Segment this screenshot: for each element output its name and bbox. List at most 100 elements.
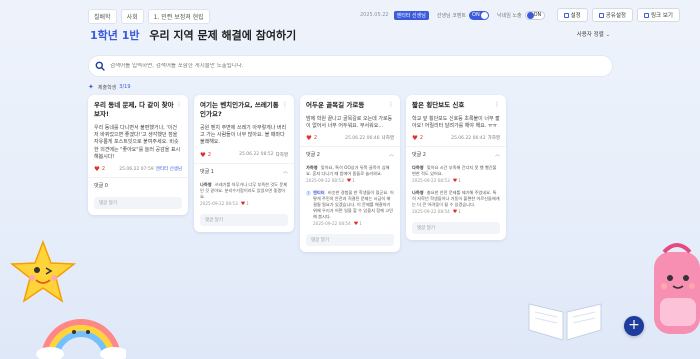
card-header: 어두운 골목길 가로등 ⋮ [300,95,400,113]
search-input[interactable] [110,63,590,69]
top-bar: 칠배학 사회 1. 민쯴 보정져 현립 2025.05.22 엔티터 선생님 선… [0,0,700,26]
card-body: 공원 벤치 주변에 쓰레기 아무렇게나 버리고 가는 사람들이 너무 많아요. … [200,125,287,146]
backpack-icon [654,243,700,334]
comments-count: 댓글 2 [412,152,426,159]
comment-text: 충요한 안전 문제를 제기해 주었네요. 특히 저학년 학생들이나 거동이 불편… [412,190,500,208]
chevron-up-icon: ︿ [388,152,394,159]
like-button[interactable]: ♥ 2 [200,151,211,159]
settings-button[interactable]: 설정 [556,8,588,22]
heart-icon: ♥ [306,134,312,143]
top-controls: 2025.05.22 엔티터 선생님 선생님 코멘트 ON 낙네임 노출 ON … [360,8,680,22]
comments-count: 댓글 1 [200,168,214,175]
heart-icon[interactable]: ♥ [453,209,457,215]
link-button-label: 링크 보기 [651,13,673,19]
link-icon [644,12,649,18]
toggle-state-text: ON [472,11,480,18]
like-count: 2 [101,166,106,173]
pin-icon: ✦ [88,83,94,91]
comments-toggle[interactable]: 댓글 1 ︿ [194,162,294,179]
comment-text: 맞아요, 특히 OO상가 뒤쪽 골목이 심해요. 혼자 다니기 때 밤에어 좀들… [306,165,390,177]
rainbow-icon [36,319,126,359]
like-button[interactable]: ♥ 2 [412,134,423,142]
comment-like-count: 1 [352,178,355,184]
more-icon[interactable]: ⋮ [176,101,182,119]
add-post-button[interactable]: + [624,316,644,336]
board-title: 우리 지역 문제 해결에 참여하기 [149,29,297,42]
comment-input[interactable]: 댓글 달기 [94,197,182,210]
heart-icon[interactable]: ♥ [241,201,245,207]
breadcrumb-grade[interactable]: 칠배학 [88,9,117,24]
post-author: 가하영 [487,136,500,142]
card-meta-info: 25.06.22 06:46 나하영 [345,135,394,142]
card-meta-info: 25.06.22 06:42 가하영 [451,135,500,142]
card-header: 여기는 벤치인가요, 쓰레기통인가요? ⋮ [194,95,294,122]
post-author: 엔티터 선생님 [155,167,182,173]
like-button[interactable]: ♥ 2 [94,165,105,173]
card-body: 우리 동네를 다니면서 불편했거나, '이건 저 바뀌었으면 좋겠다!'고 생각… [94,125,181,160]
comment-text: 비슷한 경험을 한 학생들이 많군요. 어떻게 주민의 안전과 직결된 문제는 … [313,190,394,220]
comment-input[interactable]: 댓글 달기 [200,213,288,226]
card-title: 어두운 골목길 가로등 [306,101,365,109]
sort-label: 사용자 정렬 [576,32,604,38]
comments-toggle[interactable]: 댓글 2 ︿ [406,146,506,162]
post-date: 25.06.22 08:52 [239,152,274,158]
breadcrumb-subject[interactable]: 사회 [120,9,144,24]
post-card[interactable]: 여기는 벤치인가요, 쓰레기통인가요? ⋮ 공원 벤치 주변에 쓰레기 아무렇게… [194,95,294,232]
comment-author: 다하영 [412,165,424,171]
share-icon [598,12,604,18]
post-card[interactable]: 어두운 골목길 가로등 ⋮ 밤에 학원 끝나고 골목길로 오는데 가로등이 없어… [300,95,400,253]
teacher-badge: 엔티터 선생님 [393,10,429,20]
comment-input[interactable]: 댓글 달기 [412,222,500,235]
share-settings-button[interactable]: 공유설정 [591,8,633,22]
comment-item: 가하영 맞아요, 특히 OO상가 뒤쪽 골목이 심해요. 혼자 다니기 때 밤에… [300,162,400,187]
comments-toggle[interactable]: 댓글 0 [88,177,188,193]
teacher-avatar: T [306,191,311,197]
heart-icon[interactable]: ♥ [354,221,358,227]
comment-date: 2025-09-22 08:53 [200,200,238,206]
comment-text: 맞아요 시간 부족해 건너지 못 했 빨간불 변한 적도 있어요. [412,165,497,177]
more-icon[interactable]: ⋮ [494,101,500,110]
toggle-knob [481,11,489,19]
comment-date: 2025-09-22 08:54 [313,221,351,227]
share-button-label: 공유설정 [605,13,626,19]
class-name: 1학년 1반 [90,29,140,42]
comment-input[interactable]: 댓글 달기 [306,234,394,247]
comment-like-count: 1 [246,200,249,206]
view-link-button[interactable]: 링크 보기 [637,8,680,22]
sort-select[interactable]: 사용자 정렬 ⌄ [577,30,610,38]
post-date: 25.06.22 06:42 [451,135,486,141]
heart-icon: ♥ [200,150,206,159]
more-icon[interactable]: ⋮ [388,101,394,110]
comment-date: 2025-09-22 08:54 [412,209,450,215]
teacher-comment-toggle[interactable]: ON [469,10,490,20]
comment-date: 2025-09-22 08:53 [412,178,450,184]
heart-icon[interactable]: ♥ [453,178,457,184]
chevron-up-icon: ︿ [494,152,500,159]
comment-author: 엔티터 [313,190,325,196]
nickname-toggle[interactable]: ON [524,10,545,20]
card-meta: ♥ 2 25.06.22 06:42 가하영 [406,130,506,146]
comment-item: 나하영 충요한 안전 문제를 제기해 주었네요. 특히 저학년 학생들이나 거동… [406,187,506,218]
comment-like-count: 1 [458,178,461,184]
breadcrumb-unit[interactable]: 1. 민쯴 보정져 현립 [147,9,210,24]
card-body: 밤에 학원 끝나고 골목길로 오는데 가로등이 없어서 너무 어두워요. 무서워… [306,116,393,130]
more-icon[interactable]: ⋮ [282,101,288,119]
comments-toggle[interactable]: 댓글 2 ︿ [300,146,400,162]
comment-author: 나하영 [412,190,424,196]
post-date: 25.06.22 06:46 [345,135,380,141]
card-header: 우리 동네 문제, 다 같이 찾아보자! ⋮ [88,95,188,122]
post-card[interactable]: 우리 동네 문제, 다 같이 찾아보자! ⋮ 우리 동네를 다니면서 불편했거나… [88,95,188,216]
card-header: 짧은 횡단보도 신호 ⋮ [406,95,506,113]
comment-footer: 2025-09-22 08:53 ♥ 1 [412,178,500,184]
card-meta: ♥ 2 25.06.22 06:46 나하영 [300,130,400,146]
breadcrumb: 칠배학 사회 1. 민쯴 보정져 현립 [88,9,214,24]
post-date: 25.06.22 07:59 [119,166,154,172]
chevron-up-icon: ︿ [282,168,288,175]
participants-count: 3/19 [119,84,131,90]
card-meta-info: 25.06.22 08:52 다하영 [239,152,288,158]
comment-item: 다하영 맞아요 시간 부족해 건너지 못 했 빨간불 변한 적도 있어요. 20… [406,162,506,187]
heart-icon[interactable]: ♥ [347,178,351,184]
post-card[interactable]: 짧은 횡단보도 신호 ⋮ 학교 앞 횡단보도 신호등 초록불이 너무 짧아요! … [406,95,506,241]
like-button[interactable]: ♥ 2 [306,134,317,142]
card-title: 짧은 횡단보도 신호 [412,101,465,109]
